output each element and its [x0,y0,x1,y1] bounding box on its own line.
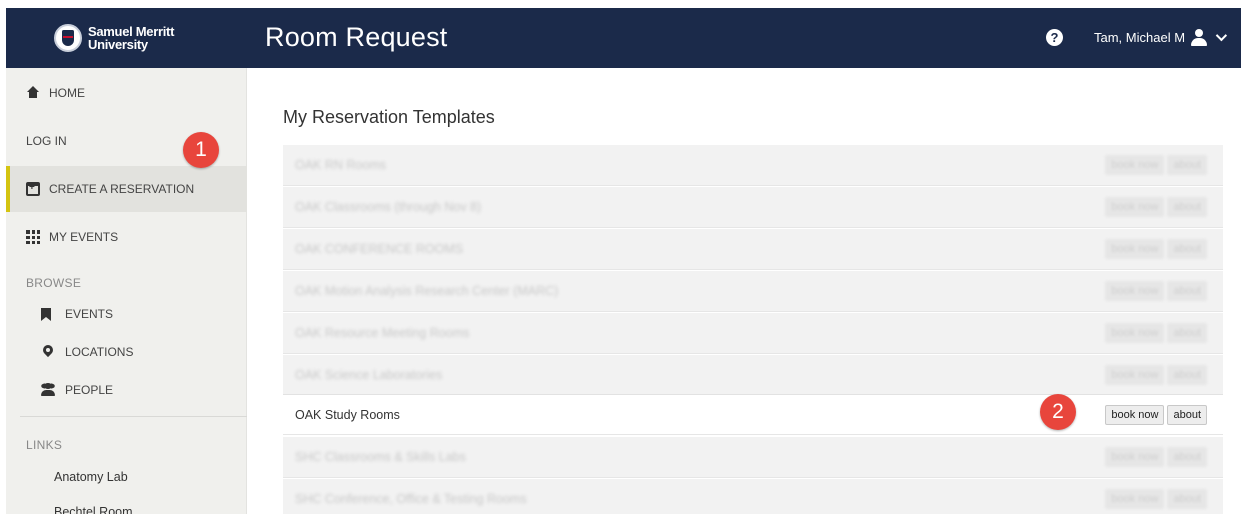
template-row: OAK Classrooms (through Nov 8) book now ab… [283,187,1223,228]
sidebar-item-label: LOCATIONS [65,345,134,359]
calendar-plus-icon [26,182,40,196]
callout-badge-1: 1 [183,132,219,168]
grid-icon [26,230,40,244]
sidebar-item-label: HOME [49,86,85,100]
template-name[interactable]: OAK Science Laboratories [295,368,442,382]
sidebar-item-label: PEOPLE [65,383,114,397]
app-title: Room Request [265,22,448,52]
row-actions: book now about [1102,239,1207,259]
about-button[interactable]: about [1167,365,1207,385]
user-icon [1190,28,1208,46]
help-icon[interactable]: ? [1046,29,1063,46]
template-row: OAK Resource Meeting Rooms book now about [283,313,1223,354]
book-now-button[interactable]: book now [1105,489,1165,509]
template-name[interactable]: OAK Resource Meeting Rooms [295,326,469,340]
book-now-button[interactable]: book now [1105,197,1165,217]
row-actions: book now about [1102,323,1207,343]
row-actions: book now about [1102,489,1207,509]
about-button[interactable]: about [1167,239,1207,259]
sidebar-item-label: LOG IN [26,134,67,148]
template-name[interactable]: OAK Study Rooms [295,408,400,422]
row-actions: book now about [1102,447,1207,467]
sidebar-link-bechtel-room[interactable]: Bechtel Room [54,505,133,514]
book-now-button[interactable]: book now [1105,405,1165,425]
links-section-label: LINKS [26,438,63,452]
about-button[interactable]: about [1167,489,1207,509]
scrollbar[interactable] [1241,8,1253,514]
sidebar-item-label: MY EVENTS [49,230,119,244]
about-button[interactable]: about [1167,197,1207,217]
university-seal-icon [54,24,82,52]
book-now-button[interactable]: book now [1105,323,1165,343]
row-actions: book now about [1102,365,1207,385]
book-now-button[interactable]: book now [1105,365,1165,385]
book-now-button[interactable]: book now [1105,447,1165,467]
row-actions: book now about [1102,281,1207,301]
template-row: SHC Conference, Office & Testing Rooms bo… [283,479,1223,514]
about-button[interactable]: about [1167,281,1207,301]
bookmark-icon [41,307,51,321]
about-button[interactable]: about [1167,323,1207,343]
row-actions: book now about [1102,197,1207,217]
sidebar-item-label: CREATE A RESERVATION [49,182,195,196]
template-row: OAK Science Laboratories book now about [283,355,1223,396]
about-button[interactable]: about [1167,155,1207,175]
template-row: OAK Motion Analysis Research Center (MAR… [283,271,1223,312]
sidebar-item-create-reservation[interactable]: CREATE A RESERVATION [6,166,247,212]
row-actions: book now about [1102,405,1207,425]
template-row: OAK RN Rooms book now about [283,145,1223,186]
template-row: OAK CONFERENCE ROOMS book now about [283,229,1223,270]
template-name[interactable]: OAK RN Rooms [295,158,386,172]
top-header-bar: Samuel Merritt University Room Request ?… [6,8,1241,68]
sidebar-item-locations[interactable]: LOCATIONS [6,334,247,370]
people-icon [41,383,55,397]
template-name[interactable]: OAK CONFERENCE ROOMS [295,242,463,256]
user-name: Tam, Michael M [1094,29,1186,45]
book-now-button[interactable]: book now [1105,155,1165,175]
template-row: OAK Study Rooms book now about [283,394,1223,435]
home-icon [26,86,40,100]
template-name[interactable]: OAK Classrooms (through Nov 8) [295,200,481,214]
row-actions: book now about [1102,155,1207,175]
about-button[interactable]: about [1167,405,1207,425]
template-row: SHC Classrooms & Skills Labs book now abou… [283,437,1223,478]
sidebar-item-home[interactable]: HOME [6,70,247,116]
template-name[interactable]: OAK Motion Analysis Research Center (MAR… [295,284,558,298]
page: Samuel Merritt University Room Request ?… [0,0,1257,514]
book-now-button[interactable]: book now [1105,239,1165,259]
cropped-top-text [0,0,1257,8]
page-title: My Reservation Templates [283,107,495,127]
map-pin-icon [41,345,55,359]
callout-badge-2: 2 [1040,394,1076,430]
user-menu[interactable]: Tam, Michael M [1094,28,1228,46]
about-button[interactable]: about [1167,447,1207,467]
logo-line-2: University [88,37,148,52]
book-now-button[interactable]: book now [1105,281,1165,301]
sidebar-link-anatomy-lab[interactable]: Anatomy Lab [54,470,128,484]
sidebar-item-my-events[interactable]: MY EVENTS [6,214,247,260]
browse-section-label: BROWSE [26,276,82,290]
sidebar-item-people[interactable]: PEOPLE [6,372,247,408]
template-name[interactable]: SHC Conference, Office & Testing Rooms [295,492,527,506]
sidebar-item-events[interactable]: EVENTS [6,296,247,332]
chevron-down-icon [1215,29,1228,42]
sidebar-divider [20,416,247,417]
template-name[interactable]: SHC Classrooms & Skills Labs [295,450,466,464]
university-logo[interactable]: Samuel Merritt University [54,20,174,56]
sidebar-item-label: EVENTS [65,307,114,321]
